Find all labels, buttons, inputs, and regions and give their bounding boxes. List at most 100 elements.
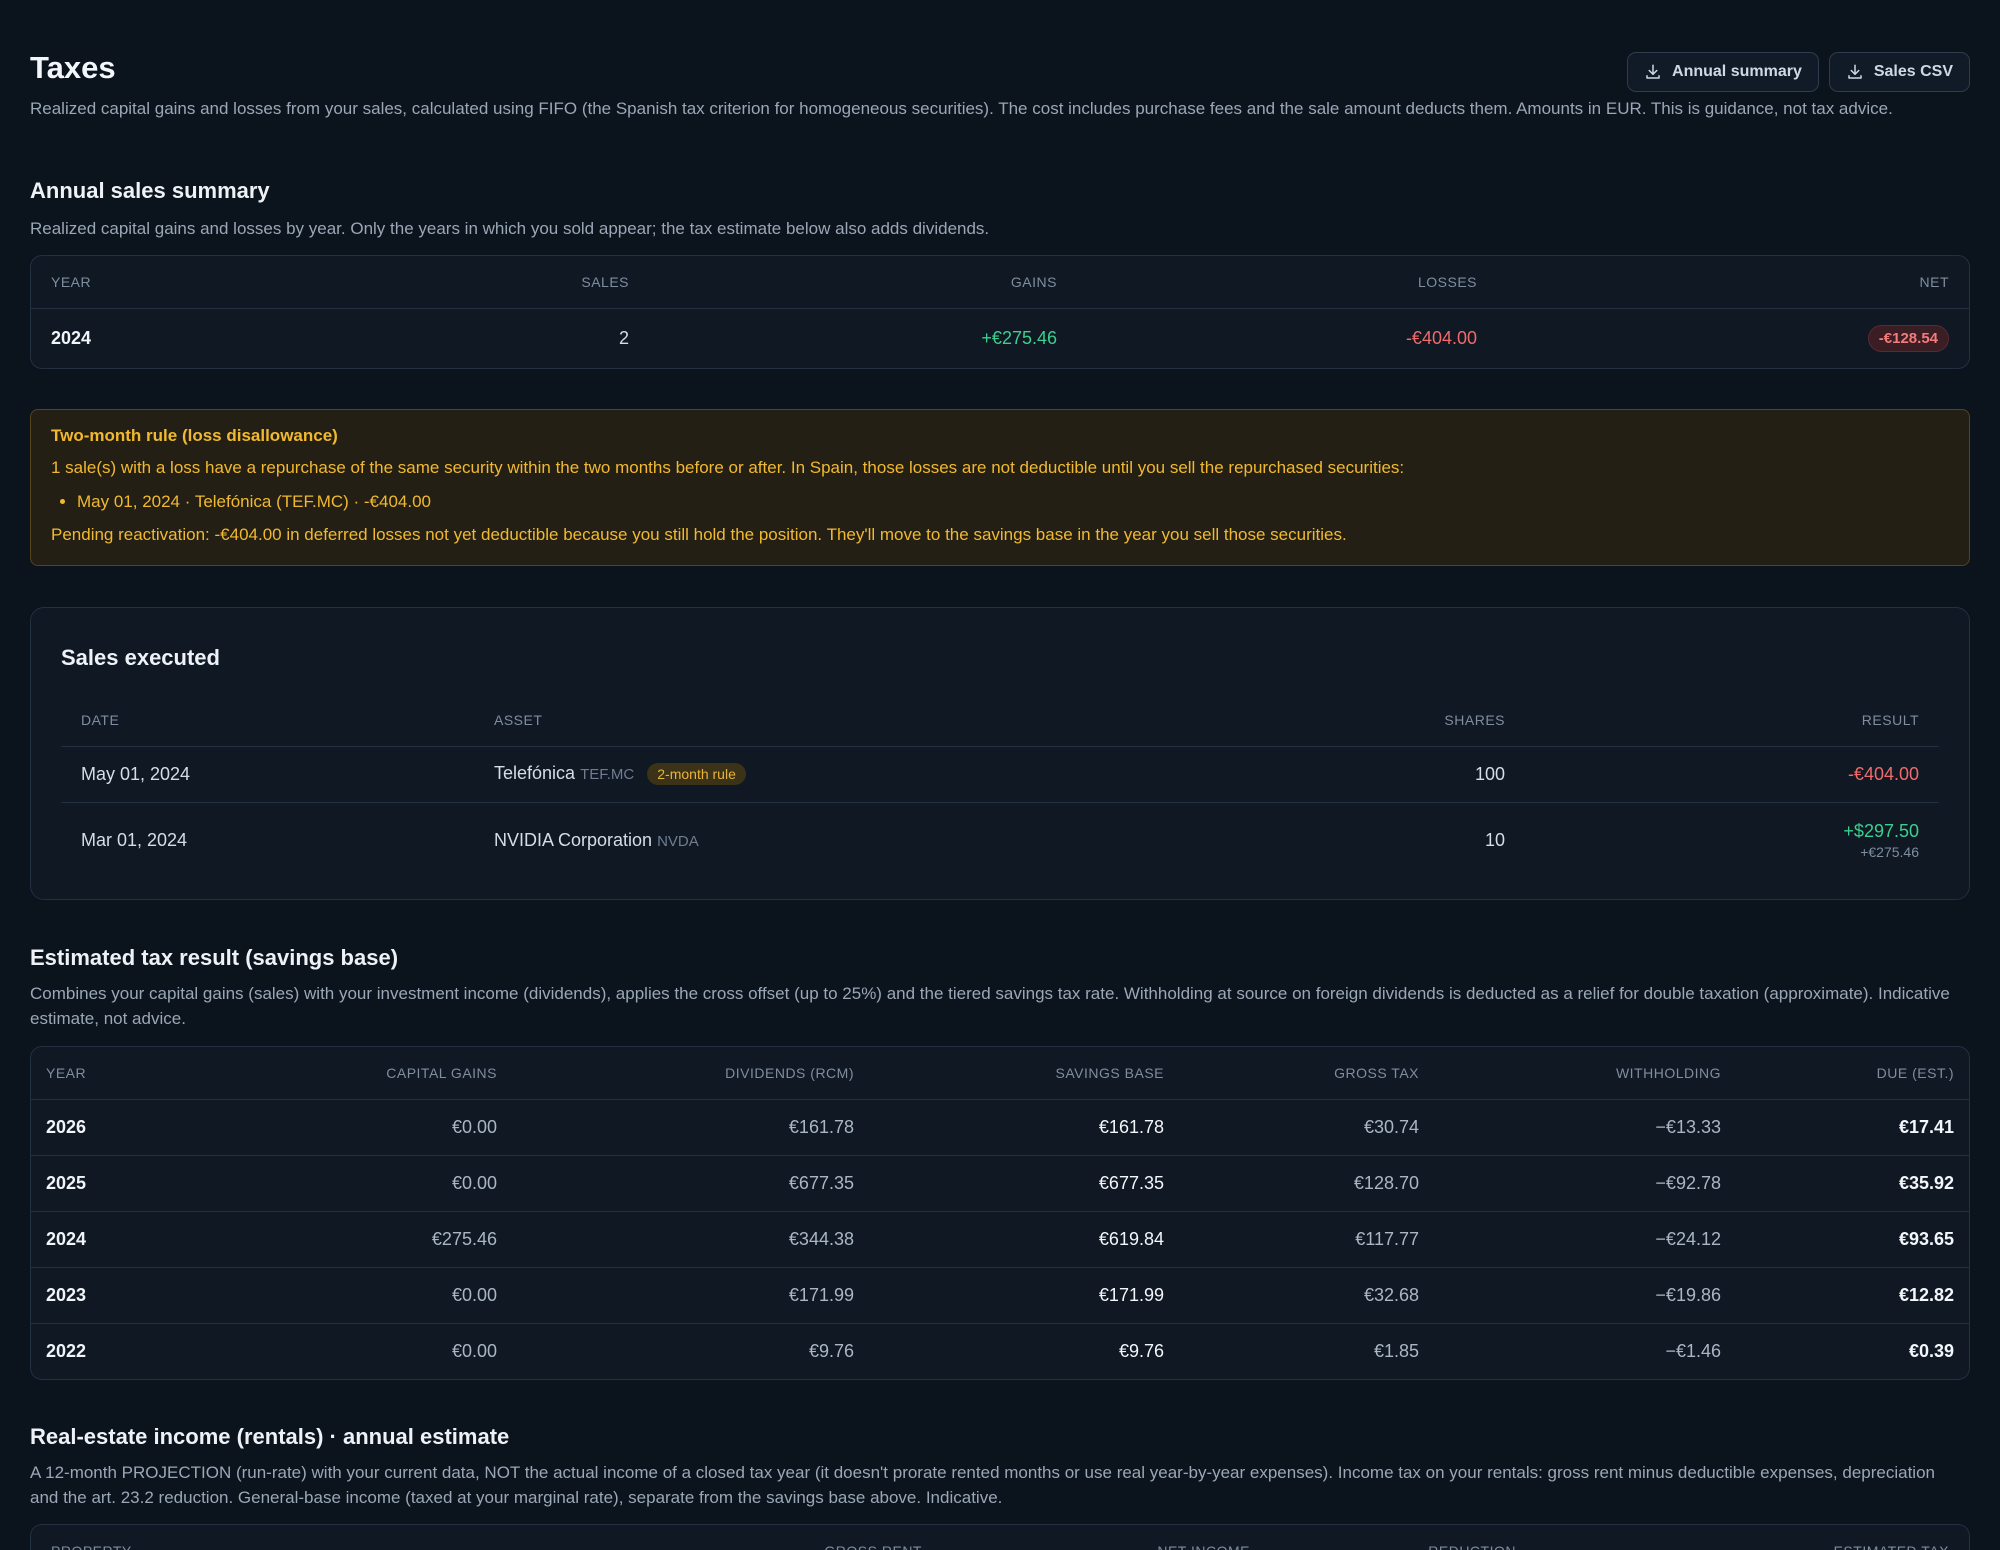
cell-savings-base: €619.84: [869, 1211, 1179, 1268]
cell-year: 2024: [31, 1211, 212, 1268]
table-row: 2025 €0.00 €677.35 €677.35 €128.70 −€92.…: [31, 1155, 1969, 1212]
cell-withholding: −€1.46: [1665, 1340, 1721, 1361]
asset-name: Telefónica: [494, 763, 576, 783]
column-header-gains: Gains: [649, 256, 1077, 309]
cell-shares: 100: [1325, 746, 1525, 803]
sales-csv-button[interactable]: Sales CSV: [1828, 52, 1970, 92]
column-header-dividends: Dividends (RCM): [512, 1047, 869, 1100]
cell-gross-tax: €128.70: [1179, 1155, 1434, 1212]
column-header-losses: Losses: [1077, 256, 1497, 309]
cell-gains: +€275.46: [981, 328, 1057, 349]
annual-summary-title: Annual sales summary: [30, 178, 270, 203]
column-header-year: Year: [31, 1047, 212, 1100]
tax-estimate-title: Estimated tax result (savings base): [30, 945, 399, 970]
cell-capital-gains: €0.00: [212, 1155, 512, 1212]
real-estate-description: A 12-month PROJECTION (run-rate) with yo…: [30, 1463, 1935, 1507]
column-header-gross-rent: Gross rent: [642, 1525, 942, 1550]
warning-list: May 01, 2024 · Telefónica (TEF.MC) · -€4…: [77, 489, 1949, 515]
cell-savings-base: €161.78: [869, 1099, 1179, 1156]
table-header-row: Year Capital gains Dividends (RCM) Savin…: [31, 1047, 1969, 1100]
cell-withholding: −€19.86: [1434, 1267, 1736, 1324]
warning-title: Two-month rule (loss disallowance): [51, 426, 338, 445]
column-header-net-income: Net income: [942, 1525, 1270, 1550]
cell-net: -€128.54: [1497, 308, 1969, 368]
cell-result: +$297.50 +€275.46: [1525, 802, 1939, 878]
cell-shares: 10: [1484, 829, 1505, 850]
net-badge: -€128.54: [1867, 325, 1949, 353]
cell-withholding: −€24.12: [1434, 1211, 1736, 1268]
result-usd: +$297.50: [1843, 820, 1919, 841]
annual-summary-table-card: Year Sales Gains Losses Net 2024 2 +€275…: [30, 255, 1970, 369]
cell-savings-base: €9.76: [1118, 1340, 1164, 1361]
cell-date: May 01, 2024: [61, 746, 474, 803]
tax-estimate-table-card: Year Capital gains Dividends (RCM) Savin…: [30, 1046, 1970, 1380]
table-header-row: Property Gross rent Net income Reduction…: [31, 1525, 1969, 1550]
column-header-withholding: Withholding: [1434, 1047, 1736, 1100]
cell-capital-gains: €0.00: [451, 1340, 497, 1361]
download-icon: [1646, 64, 1660, 79]
warning-text: 1 sale(s) with a loss have a repurchase …: [51, 458, 1405, 477]
table-row: 2023 €0.00 €171.99 €171.99 €32.68 −€19.8…: [31, 1267, 1969, 1324]
table-header-row: Year Sales Gains Losses Net: [31, 256, 1969, 309]
column-header-sales: Sales: [169, 256, 649, 309]
page-subtitle: Realized capital gains and losses from y…: [30, 99, 1893, 118]
taxes-page: Taxes Annual summary Sales CSV Realized …: [30, 0, 1970, 1550]
table-row[interactable]: May 01, 2024 Telefónica TEF.MC 2-month r…: [61, 746, 1939, 803]
annual-summary-button[interactable]: Annual summary: [1627, 52, 1819, 92]
cell-date: Mar 01, 2024: [81, 829, 188, 850]
asset-name: NVIDIA Corporation: [494, 829, 653, 850]
cell-year: 2026: [31, 1099, 212, 1156]
table-row: 2026 €0.00 €161.78 €161.78 €30.74 −€13.3…: [31, 1099, 1969, 1156]
column-header-capital-gains: Capital gains: [212, 1047, 512, 1100]
result-eur: +€275.46: [1860, 843, 1919, 860]
cell-due: €17.41: [1736, 1099, 1969, 1156]
cell-dividends: €9.76: [808, 1340, 854, 1361]
cell-due: €35.92: [1736, 1155, 1969, 1212]
real-estate-table-card: Property Gross rent Net income Reduction…: [30, 1524, 1970, 1550]
cell-due: €93.65: [1736, 1211, 1969, 1268]
export-buttons: Annual summary Sales CSV: [1627, 52, 1970, 92]
cell-year: 2023: [31, 1267, 212, 1324]
cell-year: 2024: [51, 328, 92, 349]
column-header-property: Property: [31, 1525, 642, 1550]
column-header-due: Due (est.): [1736, 1047, 1969, 1100]
cell-withholding: −€13.33: [1434, 1099, 1736, 1156]
real-estate-title: Real-estate income (rentals) · annual es…: [30, 1424, 510, 1449]
sales-executed-card: Sales executed Date Asset Shares Result …: [30, 607, 1970, 900]
cell-withholding: −€92.78: [1434, 1155, 1736, 1212]
cell-savings-base: €171.99: [869, 1267, 1179, 1324]
table-row: 2022 €0.00 €9.76 €9.76 €1.85 −€1.46 €0.3…: [31, 1323, 1969, 1379]
cell-result: -€404.00: [1525, 746, 1939, 803]
column-header-net: Net: [1497, 256, 1969, 309]
list-item: May 01, 2024 · Telefónica (TEF.MC) · -€4…: [77, 489, 1949, 515]
column-header-year: Year: [31, 256, 169, 309]
column-header-shares: Shares: [1325, 694, 1525, 747]
column-header-savings-base: Savings base: [869, 1047, 1179, 1100]
tax-estimate-table: Year Capital gains Dividends (RCM) Savin…: [31, 1047, 1969, 1379]
column-header-date: Date: [61, 694, 474, 747]
cell-due: €0.39: [1908, 1340, 1954, 1361]
two-month-rule-warning: Two-month rule (loss disallowance) 1 sal…: [30, 409, 1970, 566]
sales-executed-title: Sales executed: [61, 645, 220, 670]
cell-dividends: €344.38: [512, 1211, 869, 1268]
table-row: 2024 €275.46 €344.38 €619.84 €117.77 −€2…: [31, 1211, 1969, 1268]
sales-csv-label: Sales CSV: [1873, 63, 1953, 80]
tax-estimate-description: Combines your capital gains (sales) with…: [30, 984, 1950, 1028]
column-header-reduction: Reduction: [1270, 1525, 1536, 1550]
cell-asset: NVIDIA Corporation NVDA: [474, 802, 1325, 878]
cell-dividends: €677.35: [512, 1155, 869, 1212]
cell-gross-tax: €1.85: [1373, 1340, 1419, 1361]
cell-gross-tax: €32.68: [1179, 1267, 1434, 1324]
column-header-estimated-tax: Estimated tax: [1536, 1525, 1969, 1550]
cell-year: 2022: [46, 1340, 87, 1361]
annual-summary-table: Year Sales Gains Losses Net 2024 2 +€275…: [31, 256, 1969, 368]
warning-pending-text: Pending reactivation: -€404.00 in deferr…: [51, 525, 1347, 544]
cell-year: 2025: [31, 1155, 212, 1212]
cell-sales: 2: [618, 328, 629, 349]
sales-table: Date Asset Shares Result May 01, 2024 Te…: [61, 694, 1939, 878]
column-header-asset: Asset: [474, 694, 1325, 747]
column-header-result: Result: [1525, 694, 1939, 747]
cell-capital-gains: €275.46: [212, 1211, 512, 1268]
table-row[interactable]: Mar 01, 2024 NVIDIA Corporation NVDA 10 …: [61, 802, 1939, 878]
cell-gross-tax: €30.74: [1179, 1099, 1434, 1156]
